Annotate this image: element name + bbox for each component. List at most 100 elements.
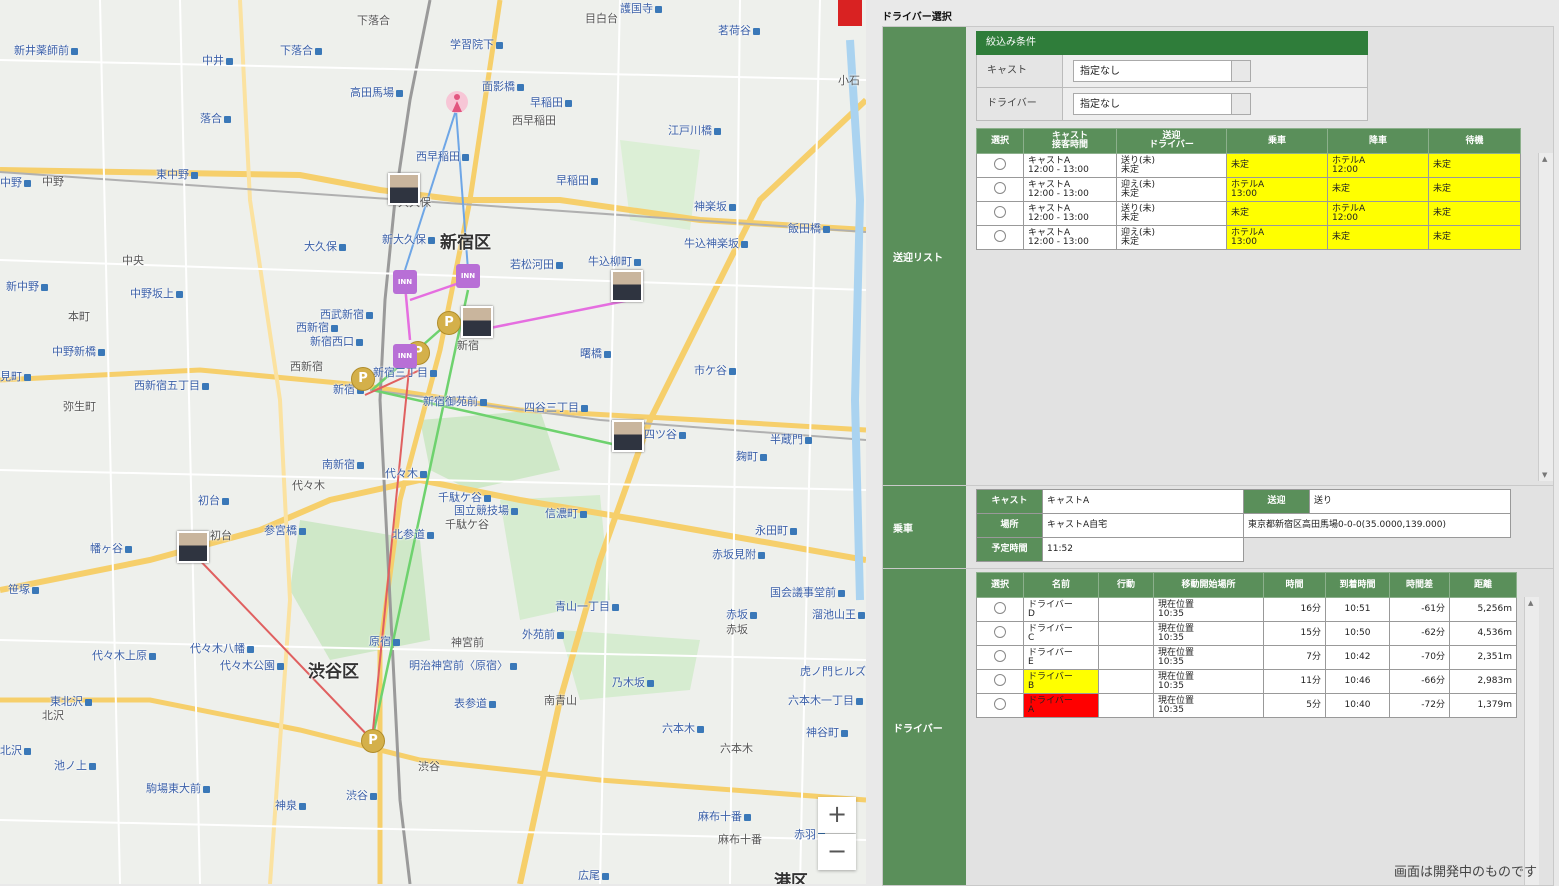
station-icon [557,631,564,639]
driver-filter-select[interactable]: 指定なし [1073,93,1251,115]
place-label: 代々木 [292,479,325,492]
station-icon [71,47,78,55]
dropoff-cell[interactable]: 未定 [1327,177,1429,202]
station-icon [612,603,619,611]
hotel-pin-icon[interactable]: INN [393,344,417,368]
dropoff-cell[interactable]: ホテルA 12:00 [1327,153,1429,178]
driver-name-cell: ドライバー C [1023,621,1099,646]
select-radio[interactable] [994,650,1006,662]
transfer-list-section: 送迎リスト 絞込み条件 キャスト 指定なし ドライバー 指定なし 選択 キャスト… [882,26,1554,486]
transfer-row[interactable]: キャストA 12:00 - 13:00 迎え(未) 未定 ホテルA 13:00 未定 未定 [976,177,1521,202]
filter-cast-label: キャスト [977,55,1063,87]
start-time: 10:35 [1158,632,1184,643]
driver-code: D [1028,608,1035,619]
dropoff-place: 未定 [1332,184,1351,194]
arrival-time: 10:50 [1325,621,1390,646]
driver-avatar[interactable] [177,531,209,563]
station-label: 四ツ谷 [644,426,686,442]
transfer-row[interactable]: キャストA 12:00 - 13:00 送り(未) 未定 未定 ホテルA 12:00 未定 [976,201,1521,226]
place-label: 弥生町 [63,400,96,413]
select-radio[interactable] [994,626,1006,638]
select-radio[interactable] [994,698,1006,710]
time-diff: -72分 [1389,693,1450,718]
station-label: 麹町 [736,448,767,464]
station-label: 学習院下 [450,36,503,52]
driver-action [1098,669,1154,694]
driver-avatar[interactable] [461,306,493,338]
wait-cell[interactable]: 未定 [1428,201,1521,226]
select-radio[interactable] [994,206,1006,218]
select-radio[interactable] [994,674,1006,686]
parking-pin-icon[interactable]: P [361,729,385,753]
station-icon [149,652,156,660]
station-icon [741,240,748,248]
ride-section: 乗車 キャスト キャストA 送迎 送り 場所 キャストA自宅 東京都新宿区高田馬… [882,485,1554,569]
scroll-up-icon[interactable]: ▲ [1542,155,1547,163]
dropoff-cell[interactable]: 未定 [1327,225,1429,250]
driver-row[interactable]: ドライバー D 現在位置 10:35 16分 10:51 -61分 5,256m [976,597,1517,622]
station-label: 池ノ上 [54,757,96,773]
transfer-scrollbar[interactable]: ▲ ▼ [1538,153,1553,481]
duration: 7分 [1263,645,1326,670]
drivers-col-header: 移動開始場所 [1153,572,1264,598]
place-label: 麻布十番 [718,833,762,846]
select-cell [976,225,1024,250]
place-label: 南青山 [544,694,577,707]
drivers-col-header: 行動 [1098,572,1154,598]
station-icon [299,527,306,535]
wait-cell[interactable]: 未定 [1428,225,1521,250]
station-label: 新大久保 [382,231,435,247]
drivers-col-header: 選択 [976,572,1024,598]
select-radio[interactable] [994,158,1006,170]
duration: 11分 [1263,669,1326,694]
pickup-cell[interactable]: ホテルA 13:00 [1226,225,1328,250]
driver-row[interactable]: ドライバー B 現在位置 10:35 11分 10:46 -66分 2,983m [976,669,1517,694]
chevron-down-icon[interactable] [1231,61,1250,81]
driver-avatar[interactable] [388,173,420,205]
footer-note: 画面は開発中のものです [1393,865,1537,880]
station-icon [202,382,209,390]
scroll-down-icon[interactable]: ▼ [1542,471,1547,479]
transfer-row[interactable]: キャストA 12:00 - 13:00 送り(未) 未定 未定 ホテルA 12:00 未定 [976,153,1521,178]
driver-row[interactable]: ドライバー A 現在位置 10:35 5分 10:40 -72分 1,379m [976,693,1517,718]
pickup-cell[interactable]: 未定 [1226,201,1328,226]
station-label: 護国寺 [620,0,662,16]
driver-row[interactable]: ドライバー C 現在位置 10:35 15分 10:50 -62分 4,536m [976,621,1517,646]
drivers-table: 選択 名前 行動 移動開始場所 時間 到着時間 時間差 距離 ドライバー D 現在位置 10:35 1… [976,572,1517,718]
scroll-up-icon[interactable]: ▲ [1528,599,1533,607]
pickup-place: 未定 [1231,208,1250,218]
select-radio[interactable] [994,230,1006,242]
dropoff-time: 12:00 [1332,164,1358,175]
select-radio[interactable] [994,602,1006,614]
pickup-cell[interactable]: 未定 [1226,153,1328,178]
drivers-scrollbar[interactable]: ▲ [1524,597,1539,885]
place-label: 渋谷区 [308,662,359,682]
station-label: 新宿御苑前 [423,393,487,409]
zoom-out-button[interactable]: − [818,834,856,870]
wait-cell[interactable]: 未定 [1428,177,1521,202]
transfer-row[interactable]: キャストA 12:00 - 13:00 迎え(未) 未定 ホテルA 13:00 未定 未定 [976,225,1521,250]
driver-row[interactable]: ドライバー E 現在位置 10:35 7分 10:42 -70分 2,351m [976,645,1517,670]
station-label: 中野新橋 [52,343,105,359]
marker-icon[interactable] [838,0,862,26]
pickup-cell[interactable]: ホテルA 13:00 [1226,177,1328,202]
driver-avatar[interactable] [612,420,644,452]
hotel-pin-icon[interactable]: INN [456,264,480,288]
station-label: 高田馬場 [350,84,403,100]
parking-pin-icon[interactable]: P [351,367,375,391]
station-label: 早稲田 [530,94,572,110]
station-icon [366,311,373,319]
cast-filter-select[interactable]: 指定なし [1073,60,1251,82]
hotel-pin-icon[interactable]: INN [393,270,417,294]
station-icon [511,507,518,515]
dropoff-cell[interactable]: ホテルA 12:00 [1327,201,1429,226]
parking-pin-icon[interactable]: P [437,311,461,335]
map-view[interactable]: 下落合 護国寺 新井薬師前 中井 下落合 学習院下 目白台 茗荷谷 高田馬場 面影橋 早稲田 西早稲田… [0,0,866,884]
select-radio[interactable] [994,182,1006,194]
station-label: 牛込神楽坂 [684,235,748,251]
wait-cell[interactable]: 未定 [1428,153,1521,178]
driver-avatar[interactable] [611,270,643,302]
chevron-down-icon[interactable] [1231,94,1250,114]
zoom-in-button[interactable]: + [818,797,856,833]
station-icon [203,785,210,793]
